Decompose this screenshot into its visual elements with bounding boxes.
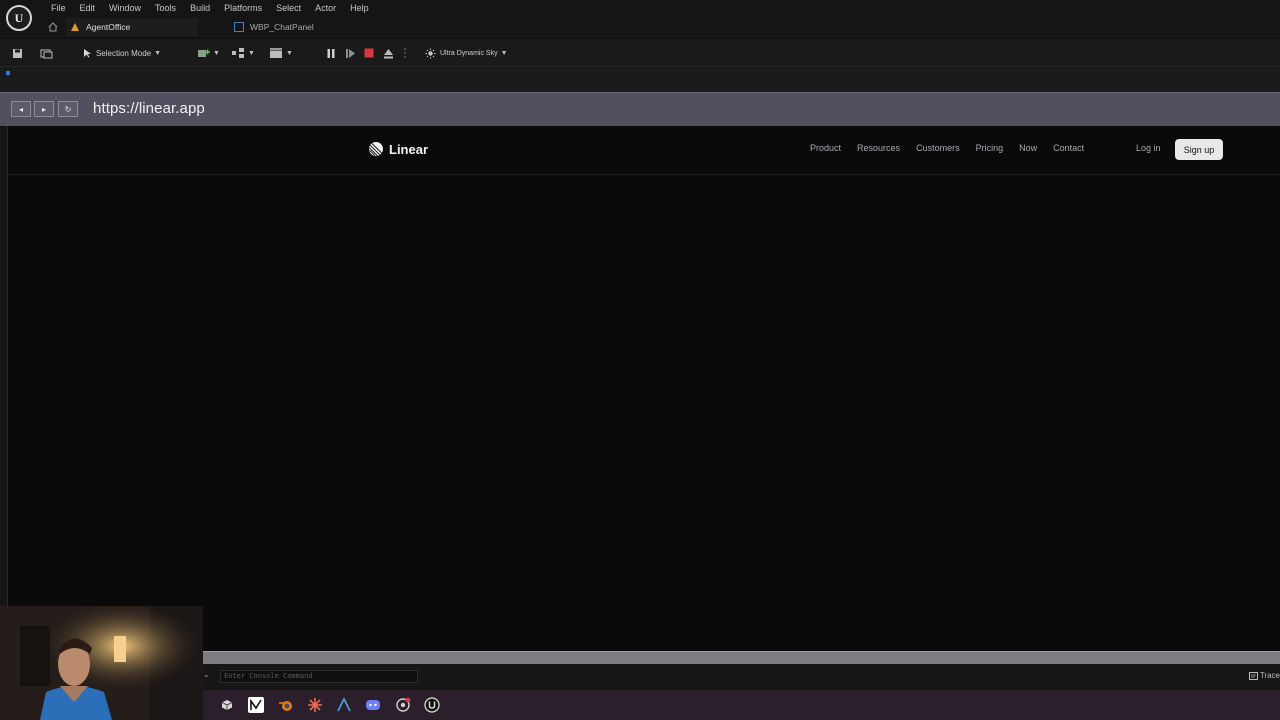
- menu-edit[interactable]: Edit: [73, 2, 103, 14]
- taskbar-app-3d-icon[interactable]: [218, 696, 236, 714]
- arrow-right-icon: ▸: [41, 104, 46, 114]
- trace-label: Trace: [1259, 671, 1280, 680]
- eject-button[interactable]: [380, 45, 396, 61]
- taskbar-app-n-icon[interactable]: [247, 696, 265, 714]
- level-icon: [71, 23, 79, 31]
- taskbar-discord-icon[interactable]: [364, 696, 382, 714]
- save-icon[interactable]: [10, 45, 24, 61]
- clapperboard-icon: [270, 48, 283, 58]
- menu-platforms[interactable]: Platforms: [217, 2, 269, 14]
- taskbar-a-icon[interactable]: [335, 696, 353, 714]
- trace-icon: [1248, 671, 1258, 680]
- selection-mode-label: Selection Mode: [95, 48, 152, 58]
- reload-icon: ↻: [64, 104, 72, 114]
- web-page: Linear Product Resources Customers Prici…: [7, 126, 1280, 651]
- nav-customers[interactable]: Customers: [916, 143, 960, 153]
- step-icon: [345, 48, 355, 58]
- url-field[interactable]: https://linear.app: [93, 100, 205, 117]
- signup-button[interactable]: Sign up: [1175, 139, 1223, 160]
- login-link[interactable]: Log in: [1136, 143, 1161, 153]
- chevron-down-icon: ▼: [213, 49, 220, 57]
- menu-file[interactable]: File: [44, 2, 73, 14]
- console-bar: ⌄ Enter Console Command Trace: [203, 664, 1280, 690]
- tab-blueprint-label: WBP_ChatPanel: [250, 22, 314, 32]
- taskbar-blender-icon[interactable]: [277, 696, 295, 714]
- menu-actor[interactable]: Actor: [308, 2, 343, 14]
- chevron-down-icon: ▼: [500, 49, 508, 57]
- forward-button[interactable]: ▸: [34, 101, 54, 117]
- taskbar-unreal-icon[interactable]: [423, 696, 441, 714]
- nav-product[interactable]: Product: [810, 143, 841, 153]
- pause-icon: [327, 48, 335, 58]
- eject-icon: [383, 48, 393, 58]
- viewport-indicator: [6, 71, 10, 75]
- tab-level[interactable]: AgentOffice: [66, 18, 198, 36]
- menu-help[interactable]: Help: [343, 2, 376, 14]
- menu-tools[interactable]: Tools: [148, 2, 183, 14]
- taskbar-chrome-icon[interactable]: [394, 696, 412, 714]
- tab-level-label: AgentOffice: [86, 22, 131, 32]
- pause-button[interactable]: [323, 45, 339, 61]
- step-frame-button[interactable]: [342, 45, 358, 61]
- cinematics-button[interactable]: ▼: [268, 45, 294, 61]
- unreal-logo-icon[interactable]: U: [6, 5, 32, 31]
- stop-icon: [364, 48, 374, 58]
- main-menu: File Edit Window Tools Build Platforms S…: [44, 2, 376, 14]
- horizontal-scrollbar[interactable]: [203, 651, 1280, 664]
- widget-blueprint-icon: [234, 22, 244, 32]
- play-options-icon[interactable]: [400, 45, 410, 61]
- ultra-dynamic-sky-label: Ultra Dynamic Sky: [440, 49, 498, 57]
- browser-url-bar: ◂ ▸ ↻ https://linear.app: [0, 92, 1280, 126]
- nav-resources[interactable]: Resources: [857, 143, 900, 153]
- selection-mode-dropdown[interactable]: Selection Mode ▼: [78, 45, 166, 61]
- back-button[interactable]: ◂: [11, 101, 31, 117]
- stop-button[interactable]: [361, 45, 377, 61]
- nav-pricing[interactable]: Pricing: [976, 143, 1004, 153]
- document-tabs: AgentOffice WBP_ChatPanel: [46, 18, 314, 36]
- menu-window[interactable]: Window: [102, 2, 148, 14]
- site-nav: Product Resources Customers Pricing Now …: [810, 143, 1100, 153]
- add-actor-icon: [198, 49, 211, 57]
- sun-icon: [425, 48, 436, 58]
- content-browser-icon[interactable]: [38, 45, 54, 61]
- brand-logo[interactable]: Linear: [368, 141, 428, 157]
- console-command-input[interactable]: Enter Console Command: [220, 670, 418, 683]
- nav-contact[interactable]: Contact: [1053, 143, 1084, 153]
- tab-blueprint[interactable]: WBP_ChatPanel: [234, 22, 314, 32]
- editor-menubar: U File Edit Window Tools Build Platforms…: [0, 0, 1280, 38]
- nav-now[interactable]: Now: [1019, 143, 1037, 153]
- add-actor-button[interactable]: ▼: [195, 45, 221, 61]
- home-icon[interactable]: [46, 20, 60, 34]
- menu-select[interactable]: Select: [269, 2, 308, 14]
- arrow-left-icon: ◂: [18, 104, 23, 114]
- chevron-down-icon: ▼: [248, 49, 255, 57]
- webcam-overlay: [0, 606, 203, 720]
- cursor-icon: [83, 49, 91, 58]
- trace-button[interactable]: Trace: [1248, 671, 1280, 680]
- blueprint-icon: [232, 48, 245, 58]
- ultra-dynamic-sky-dropdown[interactable]: Ultra Dynamic Sky ▼: [425, 45, 515, 61]
- viewport-toolbar: [0, 66, 1280, 92]
- site-header: Linear Product Resources Customers Prici…: [8, 126, 1280, 175]
- chevron-down-icon: ▼: [286, 49, 293, 57]
- reload-button[interactable]: ↻: [58, 101, 78, 117]
- taskbar-spark-icon[interactable]: [306, 696, 324, 714]
- chevron-down-icon[interactable]: ⌄: [203, 670, 210, 679]
- menu-build[interactable]: Build: [183, 2, 217, 14]
- chevron-down-icon: ▼: [154, 49, 162, 57]
- blueprints-button[interactable]: ▼: [230, 45, 256, 61]
- editor-left-edge: [0, 126, 7, 606]
- linear-logo-icon: [368, 142, 383, 157]
- editor-toolbar: Selection Mode ▼ ▼ ▼ ▼ Ultra Dynamic Sky…: [0, 38, 1280, 66]
- os-taskbar: [203, 690, 1280, 720]
- webcam-video-image: [0, 606, 203, 720]
- brand-name: Linear: [389, 141, 429, 157]
